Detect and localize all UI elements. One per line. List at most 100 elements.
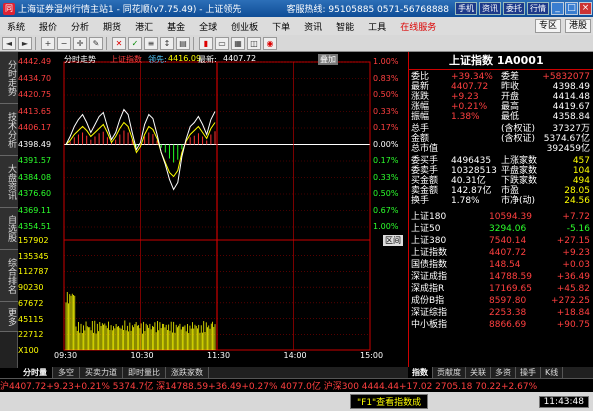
bar-chart-icon[interactable]: ▮ [199, 37, 213, 50]
tab-turnover[interactable]: 操手 [516, 367, 541, 378]
quote-value-2: +5832077 [542, 72, 590, 82]
check-icon[interactable]: ✓ [128, 37, 142, 50]
index-row[interactable]: 上证380 7540.14 +27.15 [409, 236, 593, 248]
menu-system[interactable]: 系统 [0, 20, 32, 33]
quote-label-2: 下跌家数 [501, 176, 537, 186]
index-name: 上证180 [411, 212, 446, 222]
index-change: +90.75 [557, 320, 590, 330]
menu-analysis[interactable]: 分析 [64, 20, 96, 33]
menu-quote[interactable]: 报价 [32, 20, 64, 33]
quote-label: 委卖手 [411, 166, 438, 176]
overlay-button[interactable]: 叠加 [318, 54, 338, 65]
index-row[interactable]: 上证180 10594.39 +7.72 [409, 212, 593, 224]
time-tick-label: 14:00 [284, 351, 307, 360]
tab-related[interactable]: 关联 [466, 367, 491, 378]
monitor-icon[interactable]: ▭ [215, 37, 229, 50]
phone-button[interactable]: 手机 [455, 2, 477, 15]
menu-hk[interactable]: 港汇 [128, 20, 160, 33]
hk-stock-button[interactable]: 港股 [565, 19, 591, 33]
index-name: 上证50 [411, 224, 440, 234]
index-row[interactable]: 国债指数 148.54 +0.03 [409, 260, 593, 272]
window-title: 上海证券温州行情主站1 - 同花顺(v7.75.49) - 上证领先 [18, 2, 286, 15]
maximize-button[interactable]: □ [565, 2, 578, 15]
tab-ranking[interactable]: 综合排名 [0, 250, 18, 302]
menu-fund[interactable]: 基金 [160, 20, 192, 33]
chart-canvas[interactable] [18, 52, 408, 367]
price-tick-label: 4376.60 [18, 189, 51, 198]
index-row[interactable]: 上证50 3294.06 -5.16 [409, 224, 593, 236]
index-row[interactable]: 深证综指 2253.38 +18.84 [409, 308, 593, 320]
menu-news[interactable]: 资讯 [297, 20, 329, 33]
tab-multi[interactable]: 多资 [491, 367, 516, 378]
f1-hint[interactable]: "F1"查看指数成 [350, 394, 428, 409]
back-icon[interactable]: ◄ [2, 37, 16, 50]
index-row[interactable]: 成份B指 8597.80 +272.25 [409, 296, 593, 308]
quote-label-2: 委差 [501, 72, 519, 82]
quote-label: 委买手 [411, 156, 438, 166]
time-tick-label: 15:00 [360, 351, 383, 360]
tab-intraday[interactable]: 分时走势 [0, 52, 18, 104]
tab-contribution[interactable]: 贡献度 [433, 367, 466, 378]
chart-index-tab[interactable]: 上证指数 [110, 54, 142, 65]
news-button[interactable]: 资讯 [479, 2, 501, 15]
percent-tick-label: 1.00% [373, 57, 398, 66]
menu-order[interactable]: 下单 [265, 20, 297, 33]
range-button[interactable]: 区间 [383, 235, 403, 246]
zone-button[interactable]: 专区 [535, 19, 561, 33]
quote-value: +0.21% [451, 102, 487, 112]
index-row[interactable]: 深证成指 14788.59 +36.49 [409, 272, 593, 284]
tab-advance-decline[interactable]: 涨跌家数 [166, 367, 209, 378]
tab-volume-ratio[interactable]: 即时量比 [123, 367, 166, 378]
index-row[interactable]: 上证指数 4407.72 +9.23 [409, 248, 593, 260]
forward-icon[interactable]: ► [18, 37, 32, 50]
index-row[interactable]: 深成指R 17169.65 +45.82 [409, 284, 593, 296]
index-row[interactable]: 中小板指 8866.69 +90.75 [409, 320, 593, 332]
trade-button[interactable]: 委托 [503, 2, 525, 15]
quote-button[interactable]: 行情 [527, 2, 549, 15]
alarm-icon[interactable]: ◉ [263, 37, 277, 50]
tab-technical[interactable]: 技术分析 [0, 104, 18, 156]
print-icon[interactable]: ▤ [176, 37, 190, 50]
percent-tick-label: 0.83% [373, 74, 398, 83]
menu-tools[interactable]: 工具 [361, 20, 393, 33]
red-x-icon[interactable]: ✕ [112, 37, 126, 50]
quote-value-2: 494 [573, 176, 590, 186]
sort-icon[interactable]: ↕ [160, 37, 174, 50]
crosshair-icon[interactable]: ✛ [73, 37, 87, 50]
quote-row: 卖金额 142.87亿 市盈 28.05 [409, 186, 593, 196]
quote-value: 142.87亿 [451, 186, 492, 196]
quote-value-2: 457 [573, 156, 590, 166]
intraday-chart[interactable]: 分时走势 上证指数 领先: 4416.09 最新: 4407.72 叠加 区间 … [18, 52, 408, 367]
zoom-out-icon[interactable]: − [57, 37, 71, 50]
close-button[interactable]: × [579, 2, 592, 15]
tab-buy-sell-power[interactable]: 买卖力道 [80, 367, 123, 378]
tab-watchlist[interactable]: 自选股 [0, 208, 18, 250]
zoom-in-icon[interactable]: + [41, 37, 55, 50]
grid-icon[interactable]: ▦ [231, 37, 245, 50]
price-tick-label: 4398.49 [18, 140, 51, 149]
menu-gem[interactable]: 创业板 [224, 20, 265, 33]
percent-tick-label: 0.17% [373, 156, 398, 165]
tab-market-news[interactable]: 大盘资讯 [0, 156, 18, 208]
tab-index[interactable]: 指数 [408, 367, 433, 378]
minimize-button[interactable]: _ [551, 2, 564, 15]
percent-tick-label: 0.67% [373, 206, 398, 215]
tab-long-short[interactable]: 多空 [53, 367, 80, 378]
menu-futures[interactable]: 期货 [96, 20, 128, 33]
lead-label: 领先: [148, 54, 167, 65]
tab-volume[interactable]: 分时量 [18, 367, 53, 378]
menu-online-service[interactable]: 在线服务 [393, 20, 443, 33]
toolbar-divider [193, 37, 194, 50]
drawing-icon[interactable]: ✎ [89, 37, 103, 50]
quote-value-2: 392459亿 [547, 144, 590, 154]
index-value: 14788.59 [489, 272, 532, 282]
tab-kline[interactable]: K线 [541, 367, 563, 378]
quote-value: 4407.72 [451, 82, 488, 92]
time-tick-label: 09:30 [54, 351, 77, 360]
tab-more[interactable]: 更多 [0, 302, 18, 332]
quote-value: 40.31亿 [451, 176, 486, 186]
menu-global[interactable]: 全球 [192, 20, 224, 33]
tile-icon[interactable]: ◫ [247, 37, 261, 50]
list-icon[interactable]: ≡ [144, 37, 158, 50]
menu-smart[interactable]: 智能 [329, 20, 361, 33]
